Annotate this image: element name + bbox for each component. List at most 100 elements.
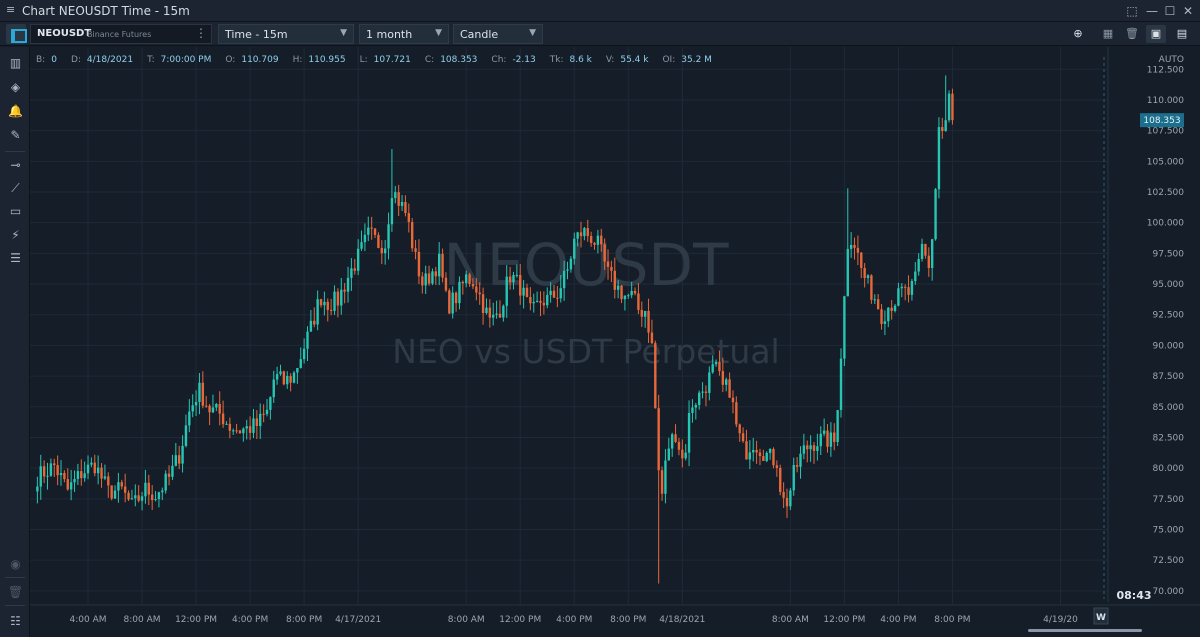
candle-down (860, 252, 863, 268)
candle-down (123, 486, 127, 493)
rectangle-icon[interactable]: ▭ (7, 203, 24, 220)
candle-up (134, 495, 137, 499)
time-scrollbar[interactable] (1028, 629, 1142, 632)
candle-up (937, 127, 941, 190)
candle-up (76, 471, 80, 479)
candle-up (616, 285, 620, 290)
x-tick-label: 12:00 PM (499, 615, 541, 625)
sidebar-toggle-button[interactable] (6, 24, 27, 44)
candle-down (556, 297, 559, 299)
delete-drawings-icon[interactable]: 🗑 (1122, 25, 1142, 43)
candle-down (775, 465, 779, 468)
candle-up (269, 397, 272, 410)
candle-up (275, 374, 279, 380)
zoom-icon[interactable]: ⊕ (1068, 25, 1088, 43)
candle-down (654, 343, 657, 409)
candle-down (772, 448, 775, 466)
candle-down (329, 309, 333, 311)
fibonacci-icon[interactable]: ⚡ (7, 227, 24, 244)
candle-up (505, 276, 508, 306)
minimize-button[interactable]: — (1144, 3, 1160, 19)
ohlc-info-bar: B: 0 D: 4/18/2021 T: 7:00:00 PM O: 110.709 H: 110… (36, 55, 726, 69)
candle-up (822, 430, 826, 434)
candle-down (660, 470, 664, 494)
candlestick-chart[interactable]: NEOUSDT NEO vs USDT Perpetual AUTO 112.5… (30, 47, 1200, 637)
candle-up (46, 475, 49, 477)
layers-icon[interactable]: ◈ (7, 79, 24, 96)
x-tick-label: 4:00 PM (232, 615, 268, 625)
candle-up (535, 300, 539, 302)
candle-down (461, 281, 465, 284)
candle-up (350, 268, 353, 278)
period-dropdown[interactable]: 1 month ▼ (359, 24, 449, 44)
candle-down (475, 286, 478, 293)
candle-down (498, 313, 502, 318)
candle-countdown: 08:43 (1116, 589, 1151, 602)
close-button[interactable]: ✕ (1180, 3, 1196, 19)
candle-down (120, 482, 123, 487)
maximize-button[interactable]: ☐ (1162, 3, 1178, 19)
candle-up (174, 455, 178, 466)
candle-up (181, 445, 184, 464)
candle-up (360, 242, 363, 249)
candle-up (711, 364, 714, 373)
info-key: H: (292, 55, 303, 65)
candle-down (218, 403, 221, 414)
link-window-icon[interactable]: ⬚ (1124, 3, 1140, 19)
horizontal-line-icon[interactable]: ⊸ (7, 157, 24, 174)
keyboard-icon[interactable]: ▦ (1098, 25, 1118, 43)
trash-icon[interactable]: 🗑 (7, 584, 24, 601)
drawing-toolbar: ▥ ◈ 🔔 ✎ ⊸ ⟋ ▭ ⚡ ☰ ◉ 🗑 ☷ (0, 47, 30, 637)
alert-bell-icon[interactable]: 🔔 (7, 103, 24, 120)
candle-up (492, 314, 495, 318)
eye-icon[interactable]: ◉ (7, 556, 24, 573)
candle-up (39, 466, 42, 487)
settings-panel-icon[interactable]: ▤ (1172, 25, 1192, 43)
chart-style-dropdown[interactable]: Candle ▼ (453, 24, 543, 44)
candle-up (458, 281, 461, 304)
info-key: Tk: (549, 55, 564, 65)
more-options-icon[interactable]: ⋮ (195, 26, 207, 40)
candle-down (404, 201, 407, 214)
candle-up (819, 433, 822, 447)
candle-up (265, 409, 269, 415)
object-list-icon[interactable]: ☰ (7, 250, 24, 267)
candle-up (630, 290, 633, 296)
candle-down (421, 276, 424, 286)
candle-up (573, 238, 576, 259)
info-key: B: (36, 55, 46, 65)
candle-down (248, 426, 252, 433)
info-value: 4/18/2021 (86, 55, 134, 65)
drawing-pencil-icon[interactable]: ✎ (7, 127, 24, 144)
x-tick-label: 8:00 AM (772, 615, 809, 625)
candle-down (731, 397, 735, 403)
exchange-name: Binance Futures (87, 30, 152, 39)
symbol-selector[interactable]: NEOUSDT Binance Futures ⋮ (30, 24, 212, 44)
y-tick-label: 77.500 (1153, 495, 1185, 505)
axis-mode-label[interactable]: AUTO (1159, 55, 1184, 65)
candle-up (387, 224, 390, 249)
candle-up (171, 465, 174, 477)
candle-up (910, 281, 914, 295)
symbol-name: NEOUSDT (37, 28, 92, 39)
candle-down (593, 242, 596, 245)
chart-type-icon[interactable]: ▥ (7, 55, 24, 72)
info-key: C: (424, 55, 435, 65)
template-icon[interactable]: ▣ (1146, 25, 1166, 43)
watermark-description: NEO vs USDT Perpetual (392, 332, 779, 371)
candle-up (242, 428, 245, 434)
candle-up (670, 434, 674, 449)
timeframe-dropdown[interactable]: Time - 15m ▼ (218, 24, 354, 44)
trend-line-icon[interactable]: ⟋ (7, 180, 24, 197)
candle-up (96, 467, 100, 474)
list-icon[interactable]: ☷ (7, 613, 24, 630)
hamburger-menu-icon[interactable]: ≡ (6, 4, 17, 15)
candle-down (613, 270, 616, 290)
candle-down (785, 497, 789, 507)
candle-down (434, 271, 438, 277)
candle-down (42, 466, 46, 477)
info-key: V: (605, 55, 615, 65)
week-timeframe-label[interactable]: W (1096, 613, 1106, 623)
candle-down (66, 479, 69, 490)
candle-up (103, 476, 107, 479)
